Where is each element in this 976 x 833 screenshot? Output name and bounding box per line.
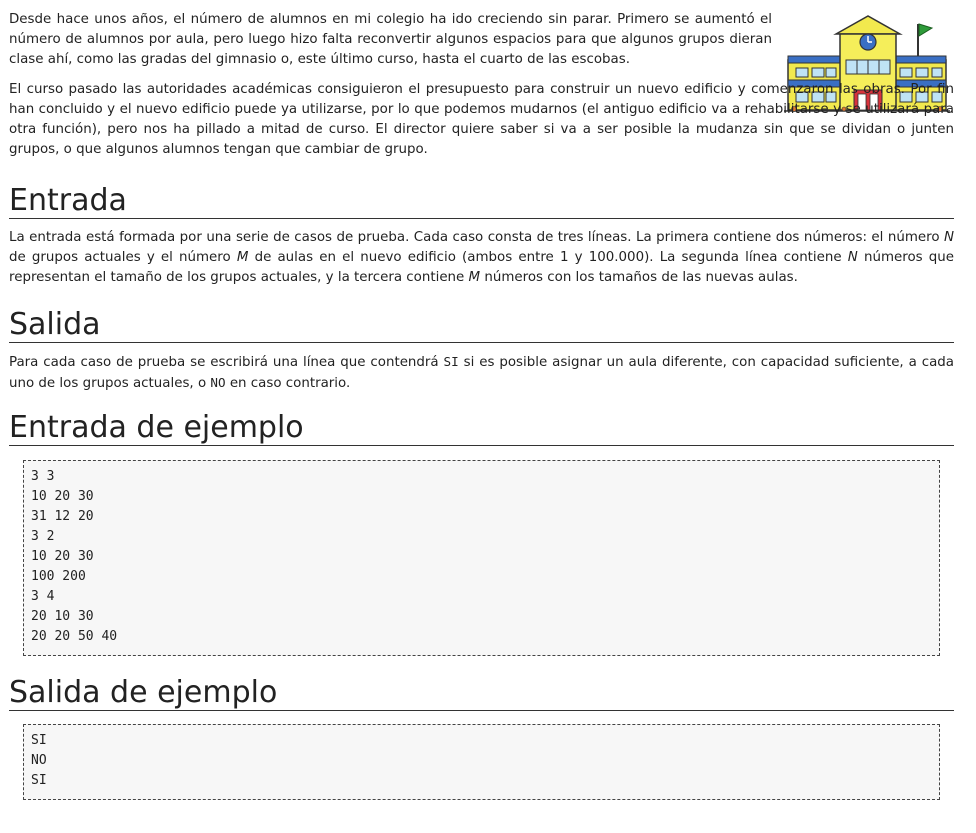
- sample-output-block[interactable]: SI NO SI: [23, 724, 940, 800]
- entrada-text-e: números con los tamaños de las nuevas au…: [480, 270, 798, 285]
- entrada-description: La entrada está formada por una serie de…: [9, 228, 954, 288]
- problem-statement: Desde hace unos años, el número de alumn…: [0, 0, 976, 833]
- code-no: NO: [210, 375, 226, 390]
- salida-text-a: Para cada caso de prueba se escribirá un…: [9, 355, 444, 370]
- sample-input-block[interactable]: 3 3 10 20 30 31 12 20 3 2 10 20 30 100 2…: [23, 460, 940, 656]
- salida-paragraph: Para cada caso de prueba se escribirá un…: [9, 352, 954, 394]
- salida-text-c: en caso contrario.: [225, 376, 351, 391]
- code-si: SI: [443, 354, 459, 369]
- var-n: N: [943, 230, 954, 245]
- intro-paragraph-1: Desde hace unos años, el número de alumn…: [9, 12, 772, 67]
- var-m: M: [236, 250, 249, 265]
- entrada-text-b: de grupos actuales y el número: [9, 250, 237, 265]
- entrada-paragraph: La entrada está formada por una serie de…: [9, 228, 954, 288]
- intro-paragraph-2: El curso pasado las autoridades académic…: [9, 80, 954, 160]
- section-heading-salida-ejemplo: Salida de ejemplo: [9, 676, 954, 711]
- entrada-text-a: La entrada está formada por una serie de…: [9, 230, 944, 245]
- intro-paragraph-2-text: El curso pasado las autoridades académic…: [9, 82, 954, 157]
- section-heading-entrada: Entrada: [9, 184, 954, 219]
- section-heading-salida: Salida: [9, 308, 954, 343]
- var-m: M: [468, 270, 481, 285]
- entrada-text-c: de aulas en el nuevo edificio (ambos ent…: [248, 250, 848, 265]
- section-heading-entrada-ejemplo: Entrada de ejemplo: [9, 411, 954, 446]
- salida-description: Para cada caso de prueba se escribirá un…: [9, 352, 954, 394]
- problem-intro: Desde hace unos años, el número de alumn…: [9, 10, 954, 160]
- var-n: N: [847, 250, 858, 265]
